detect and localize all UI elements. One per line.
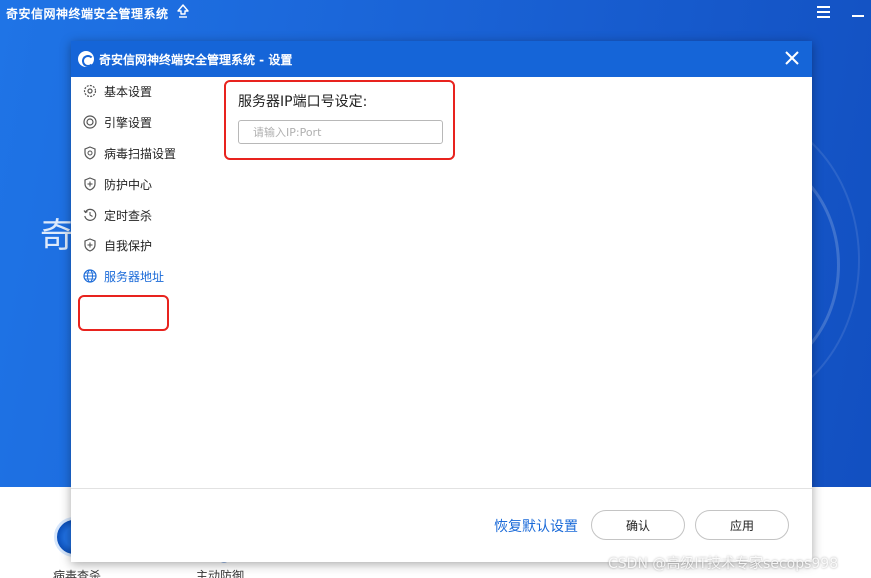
- menu-icon[interactable]: [817, 6, 831, 18]
- app-hero-text: 奇: [40, 216, 74, 256]
- sidebar-item-engine[interactable]: 引擎设置: [83, 112, 152, 132]
- restore-defaults-link[interactable]: 恢复默认设置: [494, 516, 578, 536]
- dialog-title: 奇安信网神终端安全管理系统 - 设置: [99, 52, 293, 67]
- sidebar-item-label: 自我保护: [104, 238, 153, 253]
- settings-dialog: 奇安信网神终端安全管理系统 - 设置 基本设置 引擎设置 病毒扫描设置 防护中心…: [71, 41, 812, 562]
- app-title: 奇安信网神终端安全管理系统: [6, 7, 169, 21]
- dialog-titlebar[interactable]: 奇安信网神终端安全管理系统 - 设置: [71, 41, 812, 77]
- gear-icon: [83, 84, 97, 98]
- sidebar-item-protection-center[interactable]: 防护中心: [83, 174, 152, 194]
- shield-plus-icon: [83, 177, 97, 191]
- sidebar-item-scheduled-scan[interactable]: 定时查杀: [83, 205, 152, 225]
- sidebar-item-basic[interactable]: 基本设置: [83, 81, 152, 101]
- app-logo-icon: [78, 51, 94, 67]
- active-defense-label[interactable]: 主动防御: [196, 567, 244, 578]
- footer-divider: [71, 488, 812, 489]
- minimize-icon[interactable]: [852, 15, 864, 17]
- sidebar-item-server-address[interactable]: 服务器地址: [83, 266, 164, 286]
- sidebar-item-label: 服务器地址: [104, 269, 165, 284]
- watermark: CSDN @高级IT技术专家secops998: [608, 556, 839, 572]
- confirm-button[interactable]: 确认: [591, 510, 685, 540]
- virus-scan-label[interactable]: 病毒查杀: [53, 567, 101, 578]
- sidebar-item-label: 引擎设置: [104, 115, 153, 130]
- clock-icon: [83, 208, 97, 222]
- sidebar-item-virus-scan[interactable]: 病毒扫描设置: [83, 143, 176, 163]
- shield-scan-icon: [83, 146, 97, 160]
- apply-button[interactable]: 应用: [695, 510, 789, 540]
- globe-icon: [83, 269, 97, 283]
- sidebar-item-label: 基本设置: [104, 84, 153, 99]
- sidebar-highlight-box: [78, 295, 169, 331]
- upload-icon[interactable]: [176, 3, 190, 19]
- shield-plus-icon: [83, 238, 97, 252]
- settings-sidebar: 基本设置 引擎设置 病毒扫描设置 防护中心 定时查杀 自我保护 服务器地址: [71, 77, 221, 487]
- server-ip-port-label: 服务器IP端口号设定:: [238, 94, 368, 110]
- close-icon[interactable]: [782, 48, 802, 68]
- sidebar-item-label: 定时查杀: [104, 208, 153, 223]
- engine-icon: [83, 115, 97, 129]
- server-ip-port-input[interactable]: [238, 120, 443, 144]
- sidebar-item-self-protection[interactable]: 自我保护: [83, 235, 152, 255]
- sidebar-item-label: 防护中心: [104, 177, 153, 192]
- sidebar-item-label: 病毒扫描设置: [104, 146, 177, 161]
